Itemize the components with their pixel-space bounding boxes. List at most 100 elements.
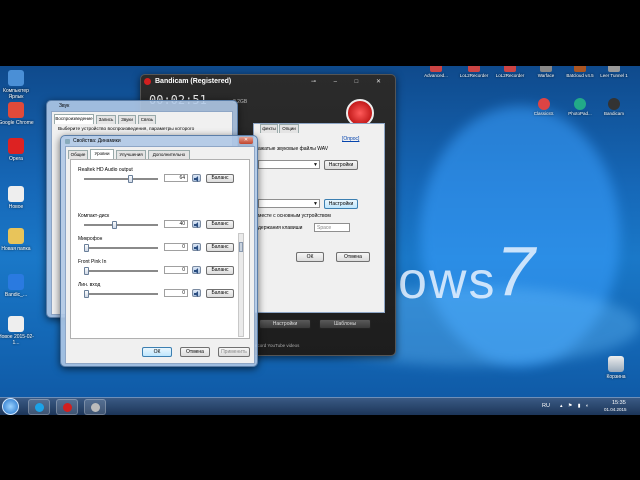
- level-slider-track[interactable]: [84, 270, 158, 272]
- desktop-icon[interactable]: LoL2Recorder: [456, 66, 492, 79]
- sound-dialog-title: Звук: [59, 103, 70, 109]
- bandicam-ok-button[interactable]: ОК: [296, 252, 324, 262]
- bandicam-window-controls[interactable]: ⊸ – □ ✕: [311, 78, 389, 85]
- desktop-icon-label: Warface: [537, 73, 555, 78]
- youtube-text: ecord YouTube videos: [255, 343, 300, 348]
- desktop-icon-label: LoL2Recorder: [495, 73, 525, 78]
- desktop-app-icon: [504, 66, 516, 72]
- bottom-settings-button[interactable]: Настройки: [259, 319, 311, 329]
- speaker-mute-icon[interactable]: [192, 289, 201, 297]
- tab-communication[interactable]: Связь: [138, 115, 156, 124]
- apply-button[interactable]: Применить: [218, 347, 250, 357]
- start-button[interactable]: [2, 398, 19, 415]
- desktop-app-icon: [8, 70, 24, 86]
- level-value-field[interactable]: 40: [164, 220, 188, 228]
- tab-playback[interactable]: Воспроизведение: [54, 114, 94, 124]
- level-slider-track[interactable]: [84, 247, 158, 249]
- tab-levels[interactable]: Уровни: [90, 149, 114, 159]
- clock-date[interactable]: 01.04.2015: [604, 407, 627, 412]
- desktop-icon[interactable]: Classicstr.: [526, 98, 562, 117]
- speaker-mute-icon[interactable]: [192, 266, 201, 274]
- level-slider-thumb[interactable]: [84, 267, 89, 275]
- desktop-icon[interactable]: PhotoPad...: [562, 98, 598, 117]
- desktop-icon-label: Новое: [8, 204, 24, 210]
- hotkey-field[interactable]: Space: [314, 223, 350, 232]
- level-slider-thumb[interactable]: [84, 290, 89, 298]
- level-slider-track[interactable]: [84, 178, 158, 180]
- desktop-app-icon: [608, 98, 620, 110]
- scrollbar-thumb[interactable]: [239, 242, 243, 252]
- balance-button[interactable]: Баланс: [206, 243, 234, 252]
- desktop-app-icon: [8, 228, 24, 244]
- level-slider-thumb[interactable]: [84, 244, 89, 252]
- level-value-field[interactable]: 0: [164, 243, 188, 251]
- settings-button-2[interactable]: Настройки: [324, 199, 358, 209]
- desktop-icon[interactable]: Новое 2015-02-1...: [0, 316, 36, 346]
- level-value-field[interactable]: 64: [164, 174, 188, 182]
- desktop-icon[interactable]: Google Chrome: [0, 102, 36, 126]
- desktop-icon-label: Batcloud v4.5: [566, 73, 594, 78]
- desktop-icon[interactable]: Advanced...: [418, 66, 454, 79]
- levels-scrollbar[interactable]: [238, 233, 244, 337]
- speaker-dialog-body: Общие Уровни Улучшения Дополнительно Rea…: [65, 146, 255, 364]
- desktop-icon[interactable]: Новое: [0, 186, 36, 210]
- secondary-device-select[interactable]: ▼: [258, 199, 320, 208]
- speaker-icon: [65, 139, 70, 144]
- level-slider-track[interactable]: [84, 224, 158, 226]
- desktop-app-icon: [608, 66, 620, 72]
- level-name: Лин. вход: [78, 282, 101, 288]
- clock-time[interactable]: 15:35: [612, 400, 626, 406]
- level-slider-thumb[interactable]: [112, 221, 117, 229]
- desktop-icon[interactable]: Bandicam: [596, 98, 632, 117]
- desktop-icon[interactable]: Batcloud v4.5: [562, 66, 598, 79]
- level-slider-track[interactable]: [84, 293, 158, 295]
- tab-advanced[interactable]: Дополнительно: [148, 150, 190, 159]
- primary-device-select[interactable]: ▼: [258, 160, 320, 169]
- level-value-field[interactable]: 0: [164, 289, 188, 297]
- poll-link[interactable]: [Опрос]: [342, 136, 359, 142]
- mix-text: месте с основным устройством: [258, 213, 331, 219]
- tab-enhancements[interactable]: Улучшения: [116, 150, 146, 159]
- level-value-field[interactable]: 0: [164, 266, 188, 274]
- desktop-icon[interactable]: LoL2Recorder: [492, 66, 528, 79]
- close-icon[interactable]: ✕: [239, 137, 253, 144]
- tab-effects[interactable]: фекты: [260, 124, 278, 133]
- desktop-icon-label: Classicstr.: [533, 111, 555, 116]
- settings-button-1[interactable]: Настройки: [324, 160, 358, 170]
- desktop-icon[interactable]: Opera: [0, 138, 36, 162]
- bottom-templates-button[interactable]: Шаблоны: [319, 319, 371, 329]
- bandicam-settings-panel: фекты Опции [Опрос] ажатые звуковые файл…: [253, 123, 385, 313]
- taskbar-sound-icon[interactable]: [84, 399, 106, 415]
- ok-button[interactable]: ОК: [142, 347, 172, 357]
- taskbar-skype-icon[interactable]: [28, 399, 50, 415]
- level-slider-thumb[interactable]: [128, 175, 133, 183]
- bandicam-cancel-button[interactable]: Отмена: [336, 252, 370, 262]
- speaker-mute-icon[interactable]: [192, 220, 201, 228]
- desktop-icon-label: Компьютер Ярлык: [3, 88, 29, 100]
- desktop-icon-label: PhotoPad...: [568, 111, 592, 116]
- tray-icons[interactable]: ▴ ⚑ ▮ ◐: [560, 403, 600, 411]
- desktop-icon[interactable]: Новая папка: [0, 228, 36, 252]
- speaker-mute-icon[interactable]: [192, 174, 201, 182]
- recycle-bin-icon[interactable]: Корзина: [596, 356, 636, 380]
- desktop-icon[interactable]: Leer Tunnel 1: [596, 66, 632, 79]
- desktop-icon[interactable]: Bandic_...: [0, 274, 36, 298]
- speaker-properties-dialog[interactable]: Свойства: Динамики ✕ Общие Уровни Улучше…: [60, 135, 258, 367]
- tab-recording[interactable]: Запись: [96, 115, 116, 124]
- balance-button[interactable]: Баланс: [206, 289, 234, 298]
- taskbar-bandicam-icon[interactable]: [56, 399, 78, 415]
- speaker-mute-icon[interactable]: [192, 243, 201, 251]
- tab-general[interactable]: Общие: [68, 150, 88, 159]
- tab-options[interactable]: Опции: [279, 124, 299, 133]
- recycle-bin-label: Корзина: [606, 374, 626, 380]
- balance-button[interactable]: Баланс: [206, 174, 234, 183]
- tab-sounds[interactable]: Звуки: [118, 115, 136, 124]
- taskbar: RU ▴ ⚑ ▮ ◐ 15:35 01.04.2015: [0, 397, 640, 415]
- desktop-icon[interactable]: Warface: [528, 66, 564, 79]
- language-indicator[interactable]: RU: [542, 403, 550, 409]
- desktop-app-icon: [468, 66, 480, 72]
- desktop-icon[interactable]: Компьютер Ярлык: [0, 70, 36, 100]
- balance-button[interactable]: Баланс: [206, 266, 234, 275]
- cancel-button[interactable]: Отмена: [180, 347, 210, 357]
- balance-button[interactable]: Баланс: [206, 220, 234, 229]
